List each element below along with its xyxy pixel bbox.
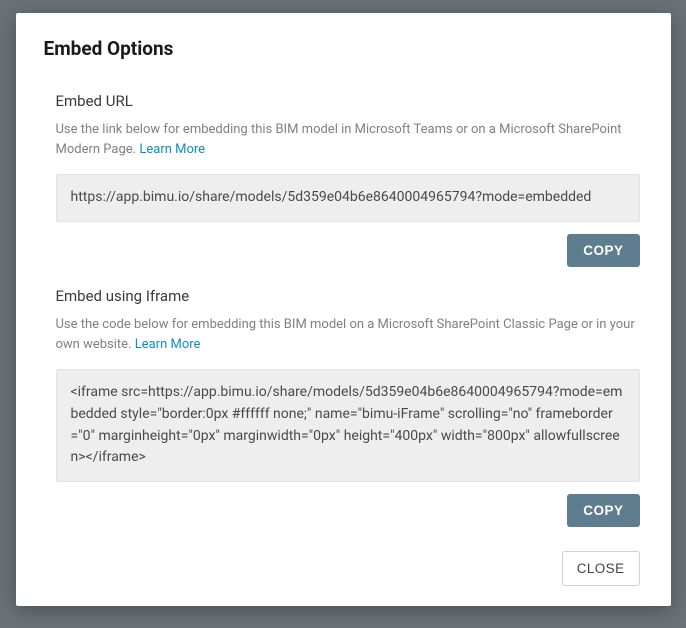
close-button[interactable]: CLOSE (562, 551, 640, 586)
embed-iframe-section: Embed using Iframe Use the code below fo… (44, 287, 643, 527)
embed-url-description: Use the link below for embedding this BI… (56, 120, 643, 160)
embed-iframe-button-row: COPY (44, 494, 640, 527)
embed-url-title: Embed URL (56, 92, 643, 110)
embed-url-copy-button[interactable]: COPY (567, 234, 639, 267)
modal-backdrop: Embed Options Embed URL Use the link bel… (0, 0, 686, 628)
modal-title: Embed Options (44, 37, 643, 60)
embed-url-button-row: COPY (44, 234, 640, 267)
embed-iframe-title: Embed using Iframe (56, 287, 643, 305)
embed-iframe-learn-more-link[interactable]: Learn More (135, 337, 201, 352)
embed-iframe-copy-button[interactable]: COPY (567, 494, 639, 527)
embed-iframe-code-box[interactable]: <iframe src=https://app.bimu.io/share/mo… (56, 369, 640, 482)
embed-url-learn-more-link[interactable]: Learn More (139, 142, 205, 157)
embed-url-code-box[interactable]: https://app.bimu.io/share/models/5d359e0… (56, 174, 640, 222)
modal-footer: CLOSE (44, 551, 640, 586)
embed-options-modal: Embed Options Embed URL Use the link bel… (16, 13, 671, 606)
embed-iframe-description: Use the code below for embedding this BI… (56, 315, 643, 355)
embed-url-section: Embed URL Use the link below for embeddi… (44, 92, 643, 267)
